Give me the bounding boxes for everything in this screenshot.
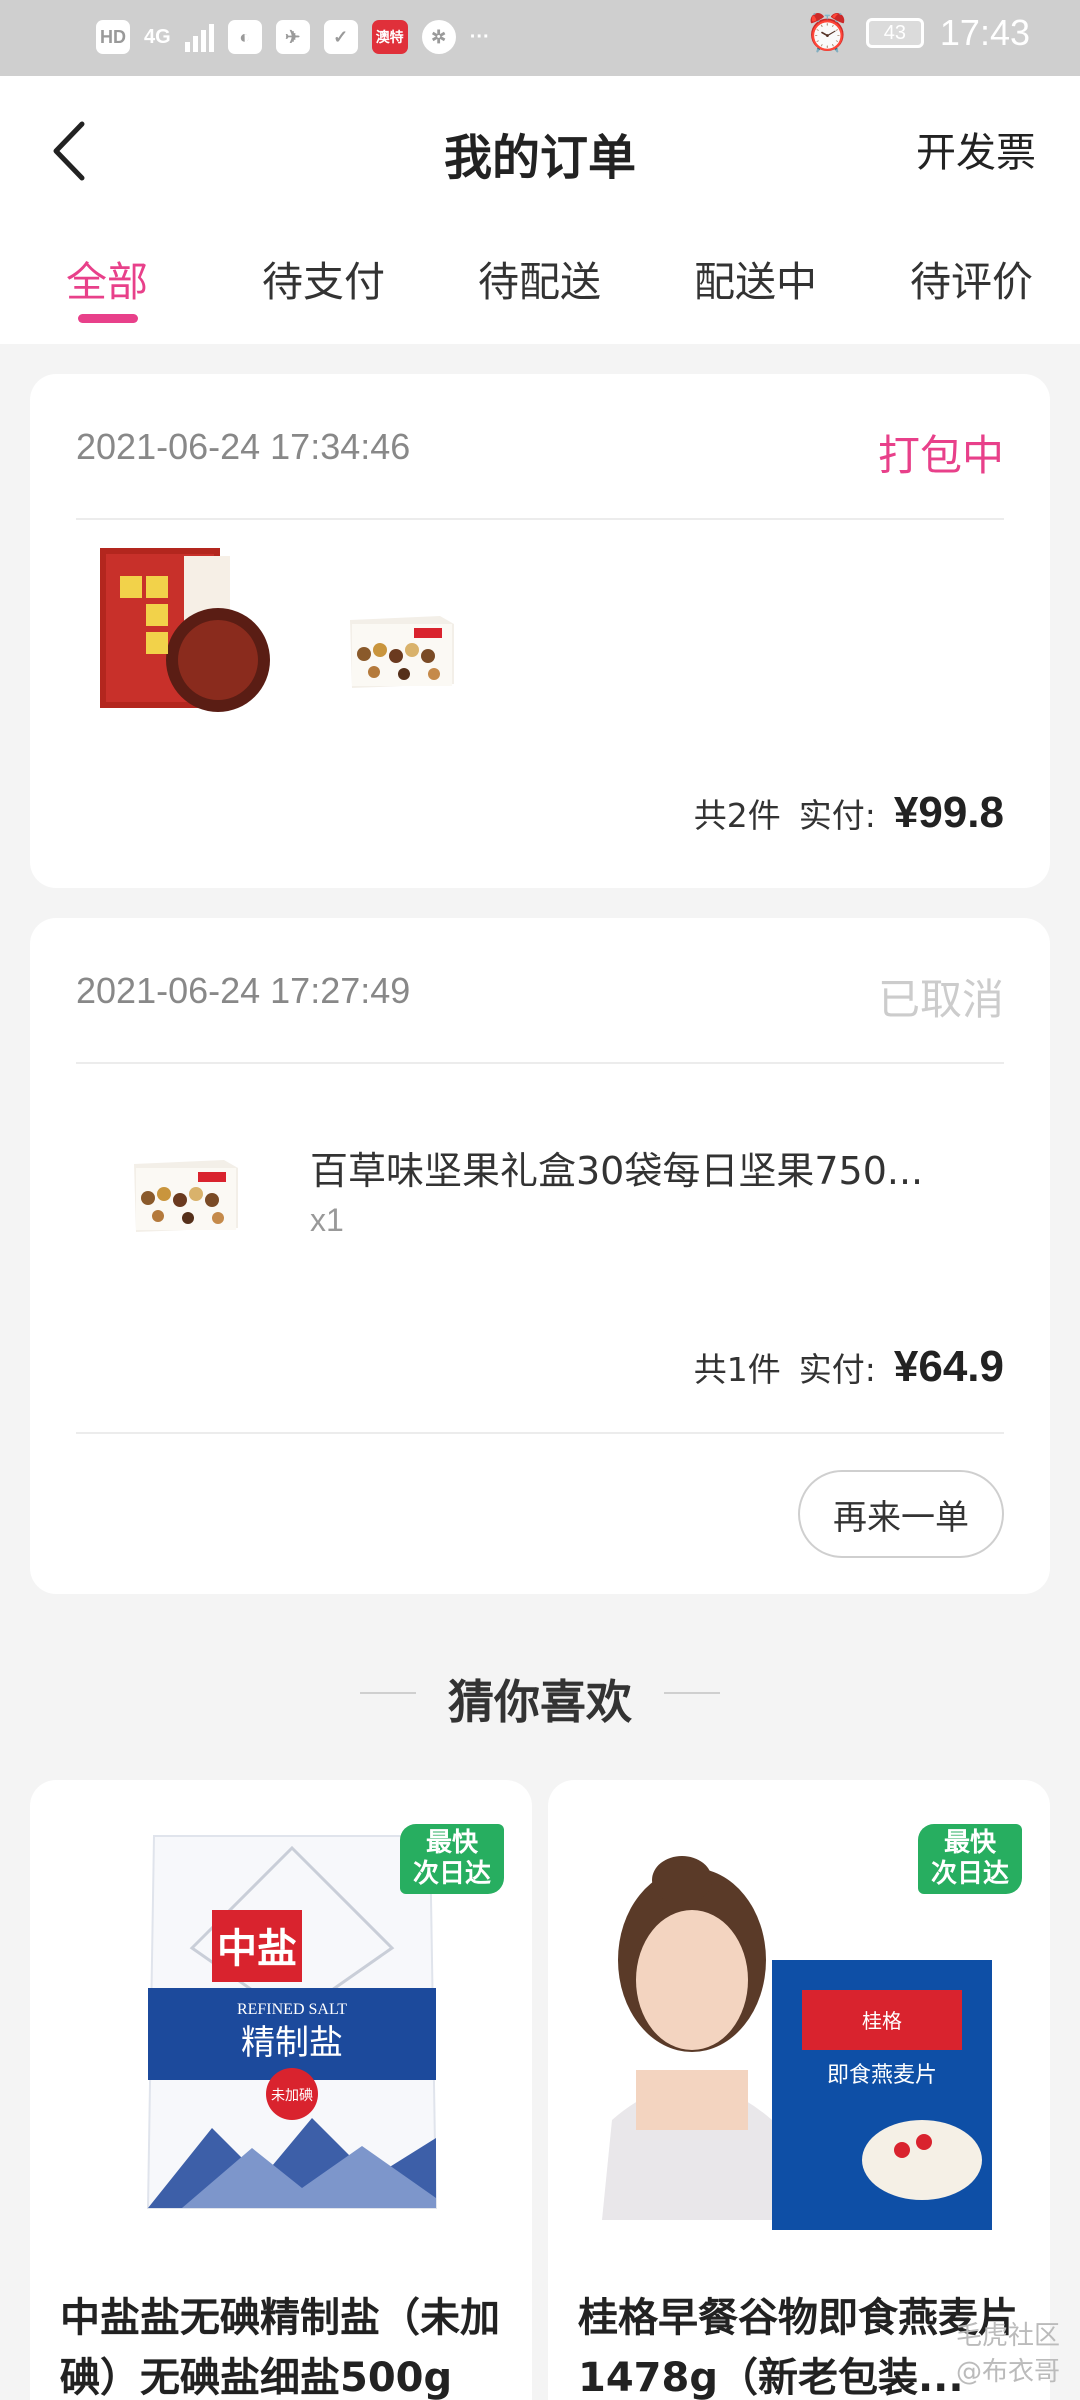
badge-line-1: 最快 — [425, 1828, 478, 1858]
alarm-icon: ⏰ — [805, 12, 850, 53]
status-left-icons: HD 4G ◐ ✈ ✓ 澳特 ✲ ··· — [96, 20, 490, 54]
paid-amount: ¥99.8 — [893, 788, 1004, 837]
network-type: 4G — [144, 25, 171, 48]
order-time: 2021-06-24 17:27:49 — [76, 970, 411, 1011]
order-time: 2021-06-24 17:34:46 — [76, 426, 411, 467]
app-header: 我的订单 开发票 — [0, 76, 1080, 226]
status-bar: HD 4G ◐ ✈ ✓ 澳特 ✲ ··· ⏰ 43 17:43 — [0, 0, 1080, 76]
battery-icon: 43 — [865, 18, 924, 48]
product-image-salt: 中盐 REFINED SALT 精制盐 未加碘 — [146, 1835, 438, 2209]
tab-delivering[interactable]: 配送中 — [694, 248, 817, 308]
tab-pending-payment[interactable]: 待支付 — [262, 248, 385, 308]
order-tabs: 全部 待支付 待配送 配送中 待评价 — [0, 226, 1080, 344]
reorder-button[interactable]: 再来一单 — [798, 1470, 1004, 1558]
item-count: 共1件 — [693, 1350, 781, 1389]
divider — [76, 1432, 1004, 1434]
order-card[interactable]: 2021-06-24 17:27:49 已取消 百草味坚果礼盒30袋每日坚果75… — [30, 918, 1050, 1594]
product-thumbnail-nut-box — [350, 616, 454, 688]
active-tab-indicator — [78, 314, 138, 323]
product-name: 中盐盐无碘精制盐（未加碘）无碘盐细盐500g — [60, 2295, 500, 2400]
more-notifications-icon: ··· — [469, 25, 490, 48]
hd-icon: HD — [96, 20, 130, 54]
app-notification-icon: ◐ — [227, 20, 262, 54]
tab-all[interactable]: 全部 — [66, 248, 148, 308]
order-card[interactable]: 2021-06-24 17:34:46 打包中 共2件 实付: ¥99.8 — [30, 374, 1050, 888]
bird-app-icon: ✈ — [275, 20, 310, 54]
salt-brand-text: 中盐 — [217, 1926, 297, 1972]
tab-pending-review[interactable]: 待评价 — [910, 248, 1033, 308]
order-summary: 共1件 实付: ¥64.9 — [694, 1342, 1004, 1392]
order-status: 已取消 — [877, 975, 1004, 1024]
next-day-badge: 最快 次日达 — [918, 1824, 1022, 1894]
oats-product-text: 即食燕麦片 — [827, 2063, 937, 2088]
divider — [76, 518, 1004, 520]
shield-icon: ✓ — [323, 20, 358, 54]
badge-line-2: 次日达 — [930, 1859, 1009, 1889]
battery-level: 43 — [883, 21, 907, 44]
product-quantity: x1 — [310, 1202, 344, 1238]
order-summary: 共2件 实付: ¥99.8 — [694, 788, 1004, 838]
clock: 17:43 — [939, 12, 1030, 53]
signal-icon — [184, 22, 214, 52]
divider — [76, 1062, 1004, 1064]
pinwheel-icon: ✲ — [421, 20, 456, 54]
paid-label: 实付: — [798, 1350, 876, 1389]
watermark-line-1: 毛虎社区 — [955, 2321, 1060, 2351]
product-thumbnail-nut-box — [134, 1160, 238, 1232]
badge-line-2: 次日达 — [412, 1859, 491, 1889]
order-status: 打包中 — [877, 431, 1004, 480]
item-count: 共2件 — [693, 796, 781, 835]
status-right: ⏰ 43 17:43 — [805, 12, 1030, 54]
section-line-right — [664, 1692, 720, 1694]
app-badge-icon: 澳特 — [371, 20, 408, 54]
paid-amount: ¥64.9 — [893, 1342, 1004, 1391]
salt-product-text: 精制盐 — [241, 2023, 343, 2063]
recommend-title: 猜你喜欢 — [448, 1675, 632, 1729]
product-thumbnail-ribs — [100, 548, 270, 712]
product-card[interactable]: 桂格 即食燕麦片 最快 次日达 桂格早餐谷物即食燕麦片1478g（新老包装... — [548, 1780, 1050, 2400]
watermark: 毛虎社区 @布衣哥 — [956, 2318, 1060, 2390]
tab-pending-delivery[interactable]: 待配送 — [478, 248, 601, 308]
oats-brand-text: 桂格 — [862, 2009, 902, 2033]
product-title: 百草味坚果礼盒30袋每日坚果750... — [310, 1149, 924, 1193]
next-day-badge: 最快 次日达 — [400, 1824, 504, 1894]
salt-english-text: REFINED SALT — [237, 2001, 347, 2018]
paid-label: 实付: — [798, 796, 876, 835]
salt-seal-text: 未加碘 — [271, 2088, 313, 2104]
badge-line-1: 最快 — [943, 1828, 996, 1858]
watermark-line-2: @布衣哥 — [955, 2357, 1060, 2387]
invoice-button[interactable]: 开发票 — [916, 120, 1036, 178]
product-card[interactable]: 中盐 REFINED SALT 精制盐 未加碘 最快 次日达 中盐盐无碘精制盐（… — [30, 1780, 532, 2400]
